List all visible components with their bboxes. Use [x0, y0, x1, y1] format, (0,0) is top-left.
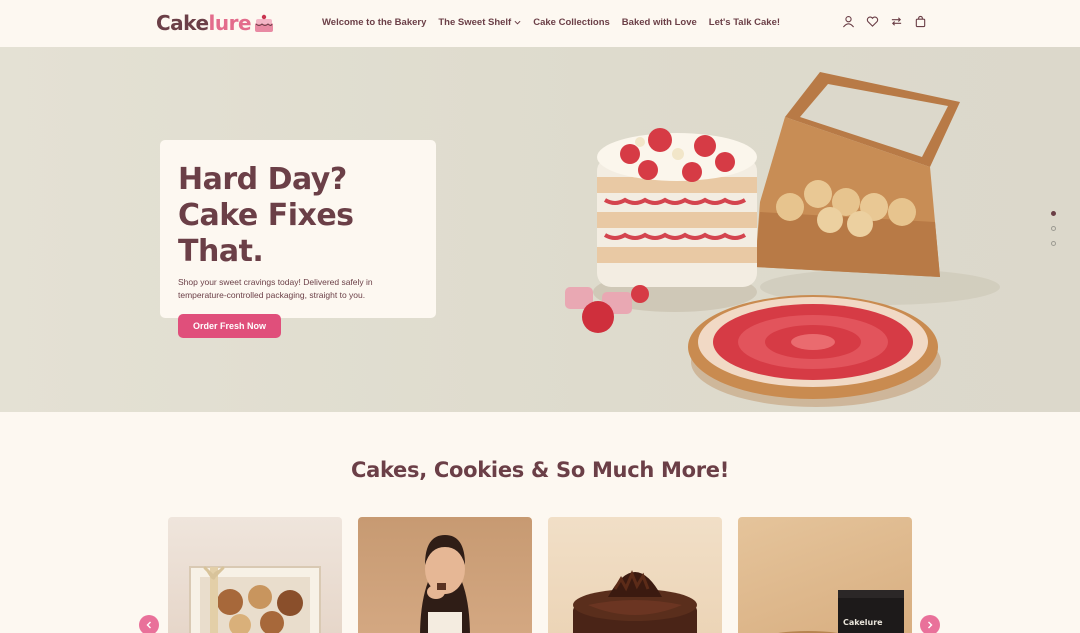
nav-label: Cake Collections	[533, 17, 610, 28]
section-title: Cakes, Cookies & So Much More!	[350, 458, 730, 482]
brand-name-part1: Cake	[156, 11, 209, 35]
hero-banner: Hard Day? Cake Fixes That. Shop your swe…	[0, 47, 1080, 412]
gift-box-image	[189, 566, 321, 633]
nav-label: Let's Talk Cake!	[708, 17, 781, 28]
slider-dot-3[interactable]	[1051, 241, 1056, 246]
chocolate-cake-image	[573, 570, 697, 633]
nav-item-baked-with-love[interactable]: Baked with Love	[622, 17, 697, 28]
slider-dot-2[interactable]	[1051, 226, 1056, 231]
heart-icon[interactable]	[866, 15, 879, 28]
nav-item-lets-talk-cake[interactable]: Let's Talk Cake!	[709, 17, 780, 28]
main-nav: Welcome to the Bakery The Sweet Shelf Ca…	[322, 17, 780, 28]
brand-logo[interactable]: Cake lure	[156, 11, 275, 35]
product-card-chocolate-cake[interactable]	[548, 517, 722, 633]
nav-item-welcome[interactable]: Welcome to the Bakery	[322, 17, 426, 28]
woman-eating-chocolate-image	[420, 535, 470, 633]
slider-dot-1[interactable]	[1051, 211, 1056, 216]
nav-label: Baked with Love	[621, 17, 697, 28]
product-card-brand-box[interactable]: Cakelure	[738, 517, 912, 633]
carousel-prev-button[interactable]	[139, 615, 159, 633]
carousel-next-button[interactable]	[920, 615, 940, 633]
cake-logo-icon	[255, 14, 274, 32]
order-fresh-now-button[interactable]: Order Fresh Now	[178, 314, 282, 338]
brand-name-part2: lure	[208, 11, 252, 35]
hero-card: Hard Day? Cake Fixes That. Shop your swe…	[160, 140, 436, 338]
chevron-down-icon	[514, 20, 521, 25]
hero-subtitle: Shop your sweet cravings today! Delivere…	[178, 277, 373, 300]
nav-item-sweet-shelf[interactable]: The Sweet Shelf	[438, 17, 521, 28]
chevron-left-icon	[146, 621, 151, 629]
cake-and-tart-image	[565, 72, 1000, 407]
nav-label: The Sweet Shelf	[438, 17, 512, 28]
product-card-chocolate-treat[interactable]	[358, 517, 532, 633]
compare-icon[interactable]	[890, 15, 903, 28]
cart-icon[interactable]	[914, 15, 927, 28]
box-brand-label: Cakelure	[843, 618, 883, 627]
slider-dots	[1051, 211, 1056, 246]
brand-box-image: Cakelure	[778, 590, 904, 633]
site-header: Cake lure Welcome to the Bakery The Swee…	[0, 0, 1080, 47]
hero-title: Hard Day? Cake Fixes That.	[178, 162, 354, 269]
header-actions	[842, 15, 927, 28]
nav-item-cake-collections[interactable]: Cake Collections	[533, 17, 610, 28]
chevron-right-icon	[928, 621, 933, 629]
user-icon[interactable]	[842, 15, 855, 28]
product-card-gift-box[interactable]	[168, 517, 342, 633]
nav-label: Welcome to the Bakery	[322, 17, 427, 28]
